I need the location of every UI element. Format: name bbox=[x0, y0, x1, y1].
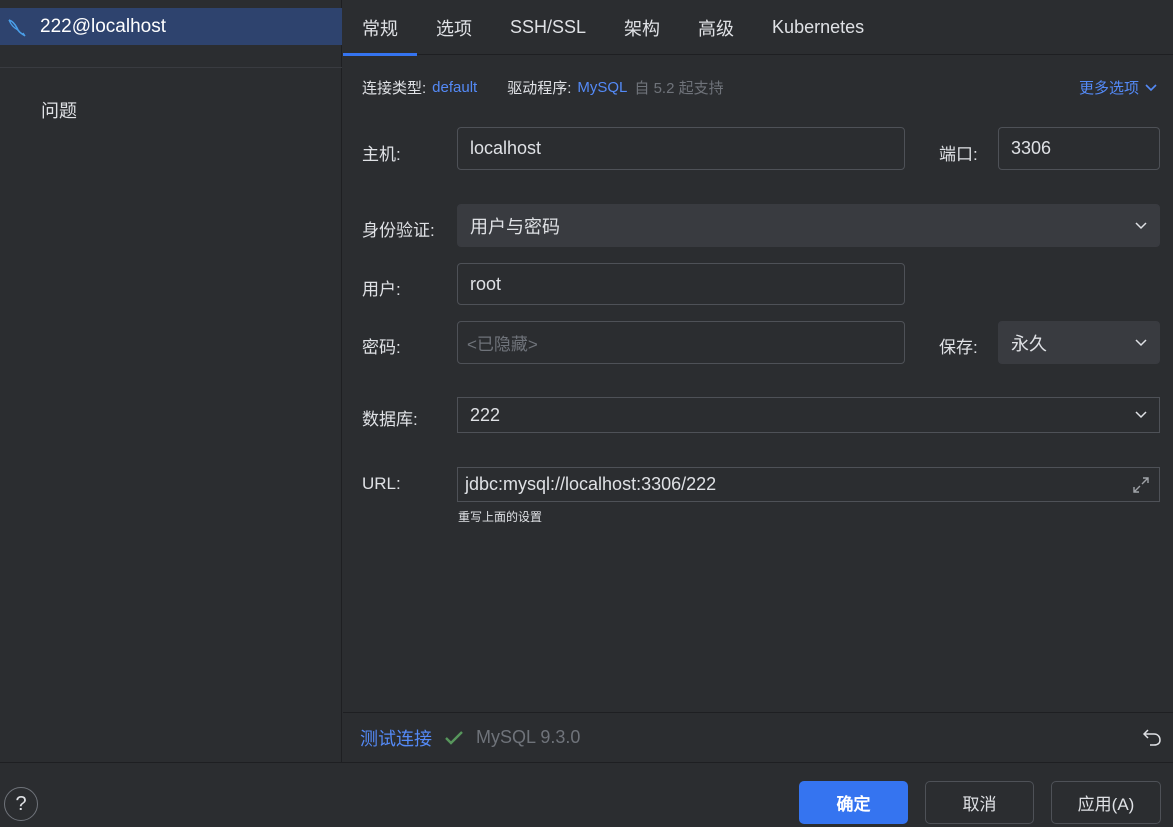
url-hint: 重写上面的设置 bbox=[458, 510, 543, 524]
sidebar-divider bbox=[0, 67, 342, 68]
tab-schemas[interactable]: 架构 bbox=[605, 0, 679, 55]
revert-icon[interactable] bbox=[1141, 726, 1163, 753]
more-options-link[interactable]: 更多选项 bbox=[1079, 77, 1157, 98]
url-input[interactable]: jdbc:mysql://localhost:3306/222 bbox=[457, 467, 1160, 502]
settings-tabs: 常规 选项 SSH/SSL 架构 高级 Kubernetes bbox=[343, 0, 1173, 56]
database-label: 数据库: bbox=[362, 410, 418, 429]
sidebar-item-connection[interactable]: 222@localhost bbox=[0, 8, 342, 45]
tab-advanced[interactable]: 高级 bbox=[679, 0, 753, 55]
chevron-down-icon bbox=[1135, 338, 1147, 347]
auth-value: 用户与密码 bbox=[470, 216, 560, 237]
auth-dropdown[interactable]: 用户与密码 bbox=[457, 204, 1160, 247]
test-connection-link[interactable]: 测试连接 bbox=[360, 725, 432, 751]
dialog-footer: ? 确定 取消 应用(A) bbox=[0, 762, 1173, 827]
save-label: 保存: bbox=[939, 338, 978, 357]
mysql-dolphin-icon bbox=[6, 16, 28, 38]
expand-icon[interactable] bbox=[1131, 475, 1151, 495]
driver-link[interactable]: MySQL bbox=[577, 79, 627, 96]
save-value: 永久 bbox=[1011, 333, 1047, 354]
connection-info-row: 连接类型: default 驱动程序: MySQL 自 5.2 起支持 bbox=[362, 77, 724, 98]
database-combobox[interactable]: 222 bbox=[457, 397, 1160, 433]
sidebar-item-label: 222@localhost bbox=[40, 15, 166, 37]
cancel-button[interactable]: 取消 bbox=[925, 781, 1034, 824]
ok-button[interactable]: 确定 bbox=[799, 781, 908, 824]
connection-type-link[interactable]: default bbox=[432, 79, 477, 96]
chevron-down-icon bbox=[1135, 221, 1147, 230]
database-value: 222 bbox=[470, 404, 501, 425]
url-label: URL: bbox=[362, 474, 401, 493]
user-input[interactable]: root bbox=[457, 263, 905, 305]
port-label: 端口: bbox=[939, 145, 978, 164]
driver-note: 自 5.2 起支持 bbox=[634, 80, 724, 97]
driver-label: 驱动程序: bbox=[507, 80, 572, 97]
password-label: 密码: bbox=[362, 338, 401, 357]
connections-sidebar: 222@localhost 问题 bbox=[0, 0, 342, 762]
tab-kubernetes[interactable]: Kubernetes bbox=[753, 0, 883, 55]
host-input[interactable]: localhost bbox=[457, 127, 905, 170]
test-result-version: MySQL 9.3.0 bbox=[476, 727, 581, 747]
connection-type-label: 连接类型: bbox=[362, 80, 427, 97]
tab-options[interactable]: 选项 bbox=[417, 0, 491, 55]
connection-settings-panel: 常规 选项 SSH/SSL 架构 高级 Kubernetes 连接类型: def… bbox=[343, 0, 1173, 762]
host-label: 主机: bbox=[362, 145, 401, 164]
tab-general[interactable]: 常规 bbox=[343, 0, 417, 56]
url-value: jdbc:mysql://localhost:3306/222 bbox=[465, 474, 717, 494]
more-options-label: 更多选项 bbox=[1078, 80, 1139, 97]
auth-label: 身份验证: bbox=[362, 221, 435, 240]
sidebar-item-problems[interactable]: 问题 bbox=[41, 97, 77, 123]
apply-button[interactable]: 应用(A) bbox=[1051, 781, 1161, 824]
password-input[interactable]: <已隐藏> bbox=[457, 321, 905, 364]
tab-ssh-ssl[interactable]: SSH/SSL bbox=[491, 0, 605, 55]
user-label: 用户: bbox=[362, 280, 401, 299]
help-button[interactable]: ? bbox=[4, 787, 38, 821]
save-dropdown[interactable]: 永久 bbox=[998, 321, 1160, 364]
port-input[interactable]: 3306 bbox=[998, 127, 1160, 170]
check-icon bbox=[444, 730, 464, 746]
chevron-down-icon bbox=[1145, 83, 1157, 91]
test-connection-bar: 测试连接 MySQL 9.3.0 bbox=[343, 712, 1173, 762]
chevron-down-icon[interactable] bbox=[1135, 411, 1147, 419]
